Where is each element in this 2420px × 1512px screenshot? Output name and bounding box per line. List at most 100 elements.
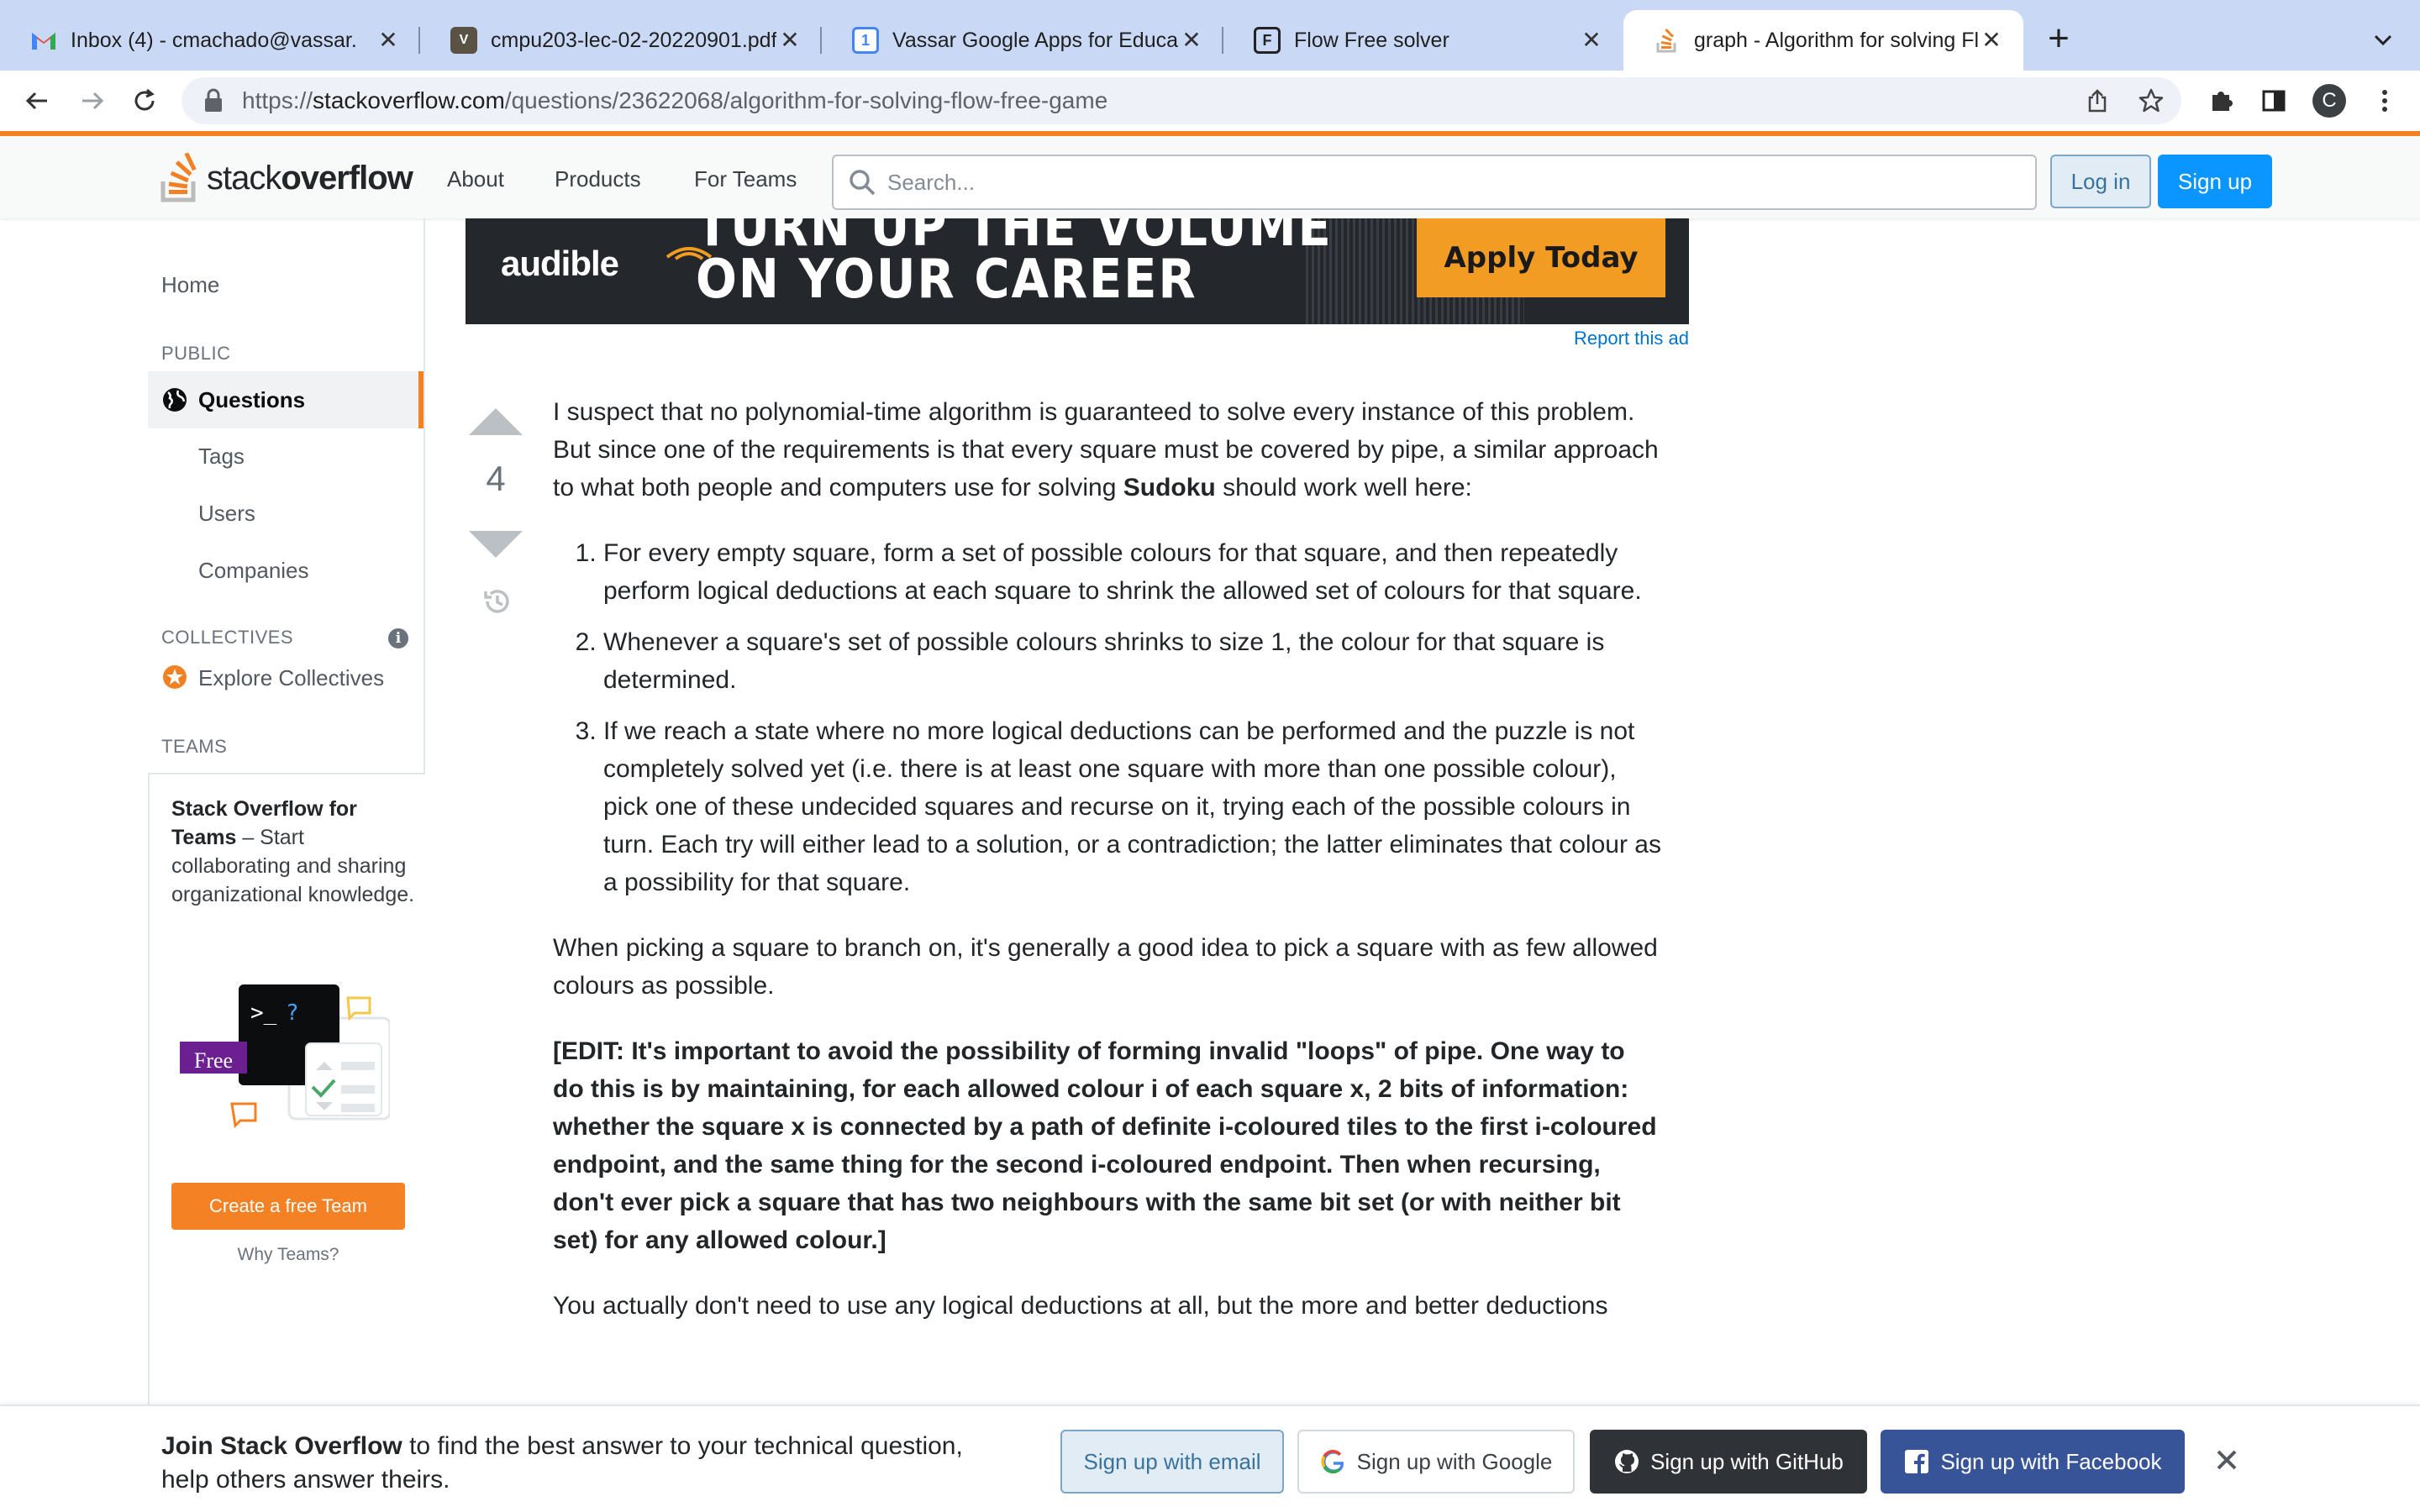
browser-tab-gmail[interactable]: Inbox (4) - cmachado@vassar. ✕ [0,10,420,71]
sidebar-heading-teams: TEAMS [161,736,228,757]
back-arrow-icon[interactable] [20,84,54,118]
nav-products[interactable]: Products [555,160,641,199]
address-bar[interactable]: https://stackoverflow.com/questions/2362… [182,77,2181,124]
why-teams-link[interactable]: Why Teams? [150,1245,427,1265]
profile-avatar[interactable]: C [2312,84,2346,118]
nav-about[interactable]: About [447,160,504,199]
answer-paragraph: When picking a square to branch on, it's… [553,934,1658,1000]
advertisement[interactable]: audible TURN UP THE VOLUME ON YOUR CAREE… [466,218,1689,324]
left-sidebar: Home PUBLIC Questions Tags Users Compani… [0,218,425,1478]
close-icon[interactable]: ✕ [375,27,402,54]
browser-tab-google-apps[interactable]: 1 Vassar Google Apps for Educat ✕ [822,10,1223,71]
tab-title: Inbox (4) - cmachado@vassar. [71,28,357,52]
sidebar-item-label: Questions [198,386,306,412]
button-label: Sign up with Facebook [1940,1448,2162,1474]
close-icon[interactable] [2210,1443,2244,1477]
sidebar-heading-public: PUBLIC [161,343,231,364]
side-panel-icon[interactable] [2257,84,2291,118]
reload-icon[interactable] [128,84,161,118]
tab-title: cmpu203-lec-02-20220901.pdf [491,28,776,52]
close-icon[interactable]: ✕ [1578,27,1605,54]
close-icon[interactable]: ✕ [776,27,803,54]
search-input[interactable] [887,169,1980,196]
google-calendar-icon: 1 [852,27,879,54]
vote-count: 4 [486,459,506,498]
banner-text: Join Stack Overflow to find the best ans… [161,1432,963,1494]
browser-toolbar: https://stackoverflow.com/questions/2362… [0,71,2420,131]
ad-headline-line2: ON YOUR CAREER [696,249,1197,311]
list-item: Whenever a square's set of possible colo… [603,623,1662,699]
nav-for-teams[interactable]: For Teams [694,160,797,199]
globe-icon [163,388,187,412]
bookmark-star-icon[interactable] [2136,86,2166,116]
ad-apply-button[interactable]: Apply Today [1417,218,1665,297]
history-clock-icon[interactable] [481,585,514,618]
browser-tab-pdf[interactable]: V cmpu203-lec-02-20220901.pdf ✕ [420,10,822,71]
button-label: Sign up with GitHub [1650,1448,1844,1474]
sidebar-heading-collectives: COLLECTIVES [161,627,294,648]
search-box[interactable] [832,155,2037,210]
lock-icon [205,88,222,112]
collectives-star-icon [163,665,187,689]
sidebar-item-explore-collectives[interactable]: Explore Collectives [198,665,384,691]
answer-body: I suspect that no polynomial-time algori… [553,393,1662,1352]
upvote-arrow-icon[interactable] [466,405,526,438]
create-team-button[interactable]: Create a free Team [171,1183,405,1230]
gmail-icon [30,27,57,54]
extensions-puzzle-icon[interactable] [2205,84,2238,118]
signup-button[interactable]: Sign up [2158,155,2272,208]
login-button[interactable]: Log in [2050,155,2151,208]
tab-title: graph - Algorithm for solving Fl [1694,28,1978,52]
button-label: Sign up with Google [1356,1448,1553,1474]
signup-banner: Join Stack Overflow to find the best ans… [0,1404,2420,1512]
sidebar-item-tags[interactable]: Tags [198,444,245,470]
stackoverflow-logo-icon [160,153,197,202]
signup-facebook-button[interactable]: Sign up with Facebook [1881,1430,2185,1494]
browser-tab-strip: Inbox (4) - cmachado@vassar. ✕ V cmpu203… [0,0,2420,71]
tab-title: Flow Free solver [1294,28,1449,52]
sidebar-item-companies[interactable]: Companies [198,558,309,584]
answer-edit-note: [EDIT: It's important to avoid the possi… [553,1037,1657,1254]
teams-promo: Stack Overflow for Teams – Start collabo… [148,773,425,1478]
answer-paragraph: I suspect that no polynomial-time algori… [553,398,1659,501]
downvote-arrow-icon[interactable] [466,528,526,561]
sidebar-item-users[interactable]: Users [198,501,255,527]
flow-free-icon: F [1254,27,1281,54]
signup-github-button[interactable]: Sign up with GitHub [1590,1430,1867,1494]
answer-paragraph: You actually don't need to use any logic… [553,1292,1608,1320]
tab-title: Vassar Google Apps for Educat [892,28,1178,52]
browser-tab-stackoverflow[interactable]: graph - Algorithm for solving Fl ✕ [1623,10,2023,71]
ad-brand-logo: audible [501,244,619,283]
sidebar-item-home[interactable]: Home [161,272,219,298]
info-icon[interactable]: i [388,628,408,648]
forward-arrow-icon[interactable] [76,84,109,118]
stackoverflow-icon [1654,27,1681,54]
share-icon[interactable] [2082,86,2112,116]
new-tab-plus-icon[interactable]: + [2040,20,2077,59]
close-icon[interactable]: ✕ [1978,27,2005,54]
search-icon [850,170,876,196]
signup-email-button[interactable]: Sign up with email [1060,1430,1284,1494]
teams-promo-text: Stack Overflow for Teams – Start collabo… [171,797,415,906]
so-topbar: stackoverflow About Products For Teams L… [0,131,2420,218]
close-icon[interactable]: ✕ [1178,27,1205,54]
stackoverflow-logo[interactable]: stackoverflow [160,153,413,203]
github-logo-icon [1615,1450,1639,1473]
facebook-logo-icon [1905,1450,1929,1473]
url-text: https://stackoverflow.com/questions/2362… [242,87,1108,113]
tab-search-chevron-down-icon[interactable] [2368,25,2398,55]
answer-steps-list: For every empty square, form a set of po… [603,534,1662,901]
list-item: If we reach a state where no more logica… [603,712,1662,901]
prompt-char: ? [286,1000,299,1026]
google-logo-icon [1321,1450,1344,1474]
free-badge: Free [193,1048,234,1073]
report-ad-link[interactable]: Report this ad [1529,328,1689,349]
logo-wordmark: stackoverflow [207,159,413,197]
pdf-viewer-icon: V [450,27,477,54]
browser-menu-kebab-icon[interactable] [2368,84,2402,118]
list-item: For every empty square, form a set of po… [603,534,1662,610]
signup-google-button[interactable]: Sign up with Google [1297,1430,1575,1494]
svg-text:>_: >_ [250,1000,277,1026]
browser-tab-flow-free[interactable]: F Flow Free solver ✕ [1223,10,1623,71]
sidebar-item-questions[interactable]: Questions [148,371,424,428]
